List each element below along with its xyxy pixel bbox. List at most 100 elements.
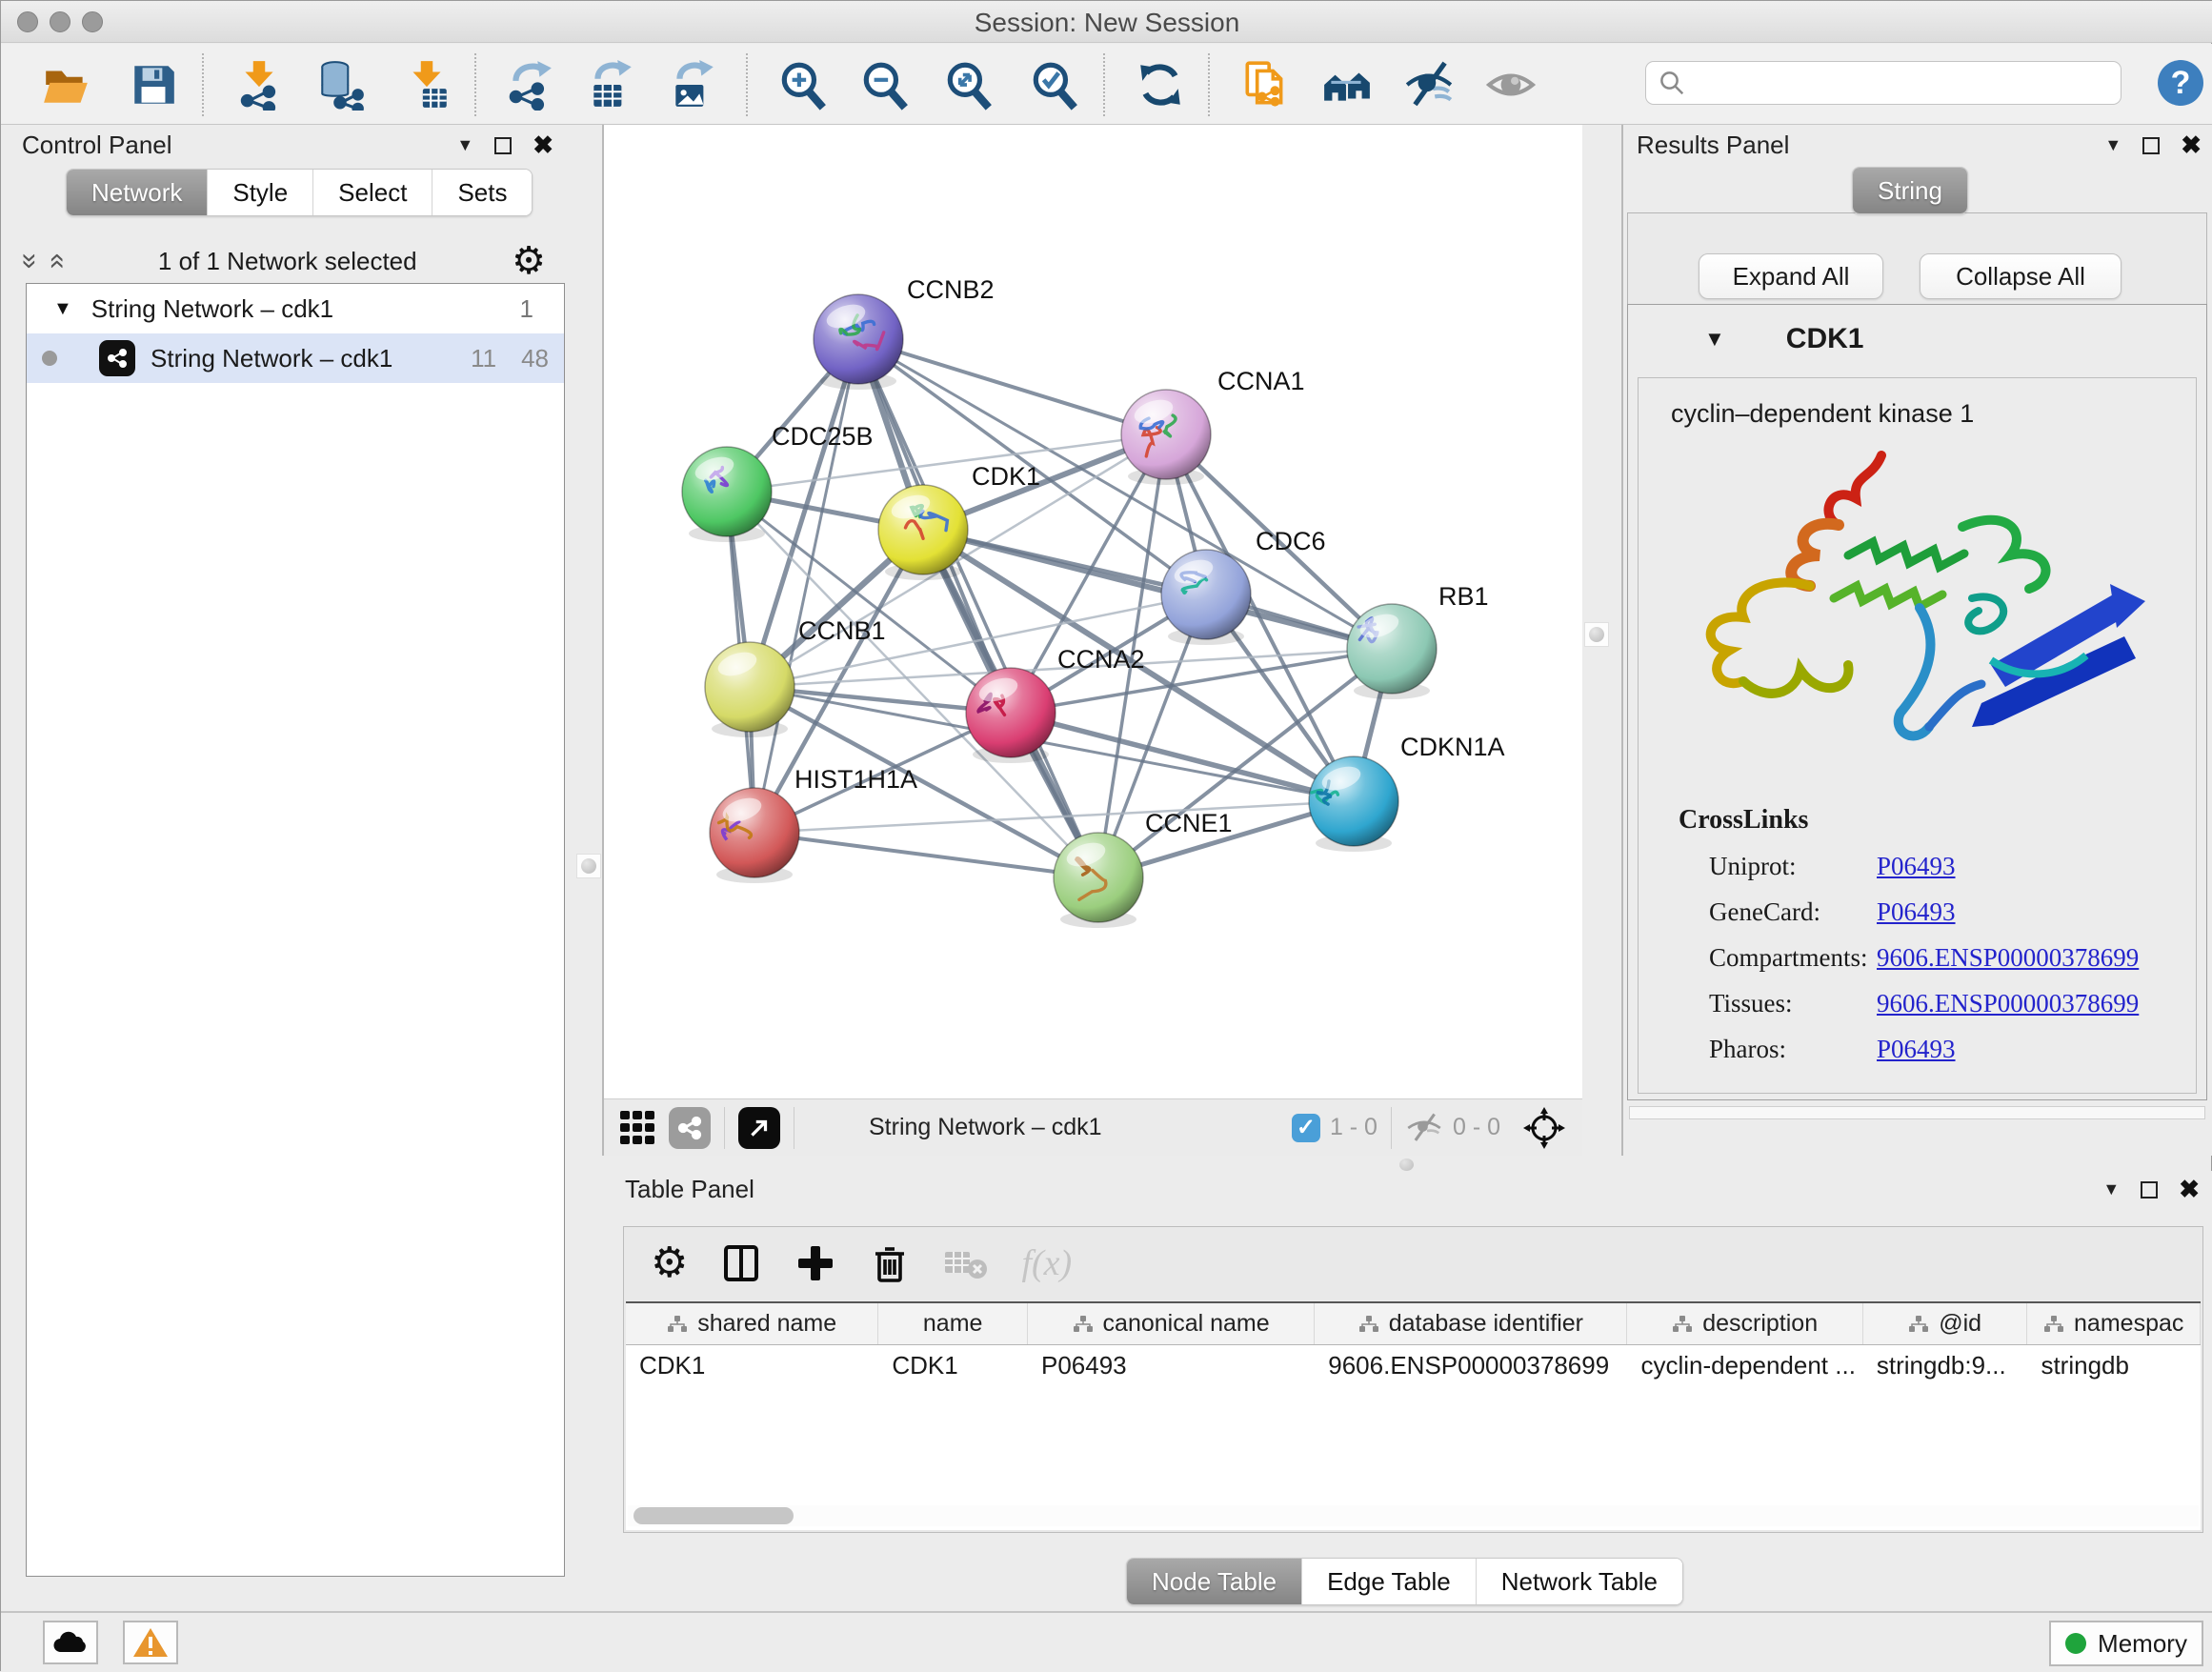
table-hscrollbar[interactable] xyxy=(628,1505,2199,1526)
column-header-label: name xyxy=(923,1310,983,1338)
table-settings-gear-icon[interactable]: ⚙ xyxy=(651,1242,688,1284)
control-panel: Control Panel ▼ ✖ NetworkStyleSelectSets… xyxy=(1,125,567,1611)
warning-icon[interactable] xyxy=(123,1621,178,1664)
export-network-icon[interactable] xyxy=(502,57,557,112)
table-cell[interactable]: CDK1 xyxy=(878,1345,1028,1385)
import-table-from-file-icon[interactable] xyxy=(399,57,454,112)
results-panel-title: Results Panel xyxy=(1637,131,1789,160)
edge-CCNB2-CCNE1[interactable] xyxy=(858,339,1098,877)
table-panel-title: Table Panel xyxy=(625,1175,754,1204)
tree-expander-icon[interactable]: ▼ xyxy=(53,298,72,320)
node-CCNE1[interactable]: CCNE1 xyxy=(1054,809,1233,928)
panel-close-icon[interactable]: ✖ xyxy=(2179,1175,2200,1204)
panel-menu-icon[interactable]: ▼ xyxy=(2102,1179,2120,1199)
network-canvas[interactable]: CCNB2CCNA1CDC25BCDK1CDC6RB1CCNB1CCNA2CDK… xyxy=(604,125,1582,1098)
table-header-row: shared name name canonical namedatabase id… xyxy=(626,1303,2201,1345)
node-CCNA1[interactable]: CCNA1 xyxy=(1121,367,1305,485)
table-cell[interactable]: stringdb xyxy=(2027,1345,2201,1385)
memory-button[interactable]: Memory xyxy=(2049,1621,2203,1666)
save-session-icon[interactable] xyxy=(126,57,181,112)
column-header-canonical-name[interactable]: canonical name xyxy=(1028,1303,1315,1344)
column-header-shared-name[interactable]: shared name xyxy=(626,1303,878,1344)
tab-select[interactable]: Select xyxy=(312,170,432,215)
show-columns-icon[interactable] xyxy=(720,1242,762,1284)
panel-float-icon[interactable] xyxy=(494,137,512,154)
network-row-selected[interactable]: String Network – cdk1 11 48 xyxy=(27,333,564,383)
open-session-icon[interactable] xyxy=(39,57,94,112)
crosslink-link[interactable]: 9606.ENSP00000378699 xyxy=(1877,943,2139,973)
column-header-name[interactable]: name xyxy=(878,1303,1028,1344)
left-splitter-handle[interactable] xyxy=(576,854,601,878)
column-header-database-identifier[interactable]: database identifier xyxy=(1315,1303,1627,1344)
edge-CCNB2-CCNA1[interactable] xyxy=(858,339,1166,434)
panel-float-icon[interactable] xyxy=(2141,1181,2158,1199)
expand-all-button[interactable]: Expand All xyxy=(1699,253,1883,299)
crosslink-link[interactable]: P06493 xyxy=(1877,1035,1956,1064)
zoom-in-icon[interactable] xyxy=(774,57,830,112)
panel-close-icon[interactable]: ✖ xyxy=(533,131,553,160)
node-CDC25B[interactable]: CDC25B xyxy=(682,422,874,542)
network-options-gear-icon[interactable]: ⚙ xyxy=(512,242,546,280)
zoom-out-icon[interactable] xyxy=(856,57,912,112)
table-cell[interactable]: 9606.ENSP00000378699 xyxy=(1315,1345,1627,1385)
table-row[interactable]: CDK1CDK1P064939606.ENSP00000378699cyclin… xyxy=(626,1345,2201,1385)
horizontal-splitter-handle[interactable] xyxy=(1399,1158,1414,1171)
export-table-icon[interactable] xyxy=(584,57,639,112)
tab-edge-table[interactable]: Edge Table xyxy=(1301,1559,1476,1604)
open-in-window-icon[interactable] xyxy=(738,1107,780,1149)
network-collection-row[interactable]: ▼ String Network – cdk1 1 xyxy=(27,284,564,333)
column-header-namespac[interactable]: namespac xyxy=(2027,1303,2201,1344)
panel-menu-icon[interactable]: ▼ xyxy=(2104,135,2122,155)
hide-selected-eye-icon[interactable] xyxy=(1401,57,1457,112)
column-header-description[interactable]: description xyxy=(1627,1303,1862,1344)
tab-network[interactable]: Network xyxy=(67,170,207,215)
birdseye-crosshair-icon[interactable] xyxy=(1523,1107,1565,1149)
share-view-icon[interactable] xyxy=(669,1107,711,1149)
crosslink-link[interactable]: 9606.ENSP00000378699 xyxy=(1877,989,2139,1018)
node-CDKN1A[interactable]: CDKN1A xyxy=(1309,733,1505,852)
selected-checkbox-icon[interactable]: ✓ xyxy=(1292,1114,1320,1142)
add-column-icon[interactable] xyxy=(794,1242,836,1284)
grid-view-icon[interactable] xyxy=(619,1110,655,1146)
import-network-from-database-icon[interactable] xyxy=(313,57,369,112)
column-header-@id[interactable]: @id xyxy=(1863,1303,2028,1344)
refresh-view-icon[interactable] xyxy=(1133,57,1188,112)
show-all-eye-icon[interactable] xyxy=(1483,57,1538,112)
panel-menu-icon[interactable]: ▼ xyxy=(456,135,473,155)
right-splitter-handle[interactable] xyxy=(1584,622,1609,647)
tab-style[interactable]: Style xyxy=(207,170,312,215)
cloud-icon[interactable] xyxy=(43,1621,98,1664)
tab-network-table[interactable]: Network Table xyxy=(1476,1559,1682,1604)
crosslink-link[interactable]: P06493 xyxy=(1877,897,1956,927)
collapse-all-networks-icon[interactable]: » xyxy=(39,253,71,270)
crosslink-link[interactable]: P06493 xyxy=(1877,852,1956,881)
network-tree: ▼ String Network – cdk1 1 String Network… xyxy=(26,283,565,1577)
table-cell[interactable]: P06493 xyxy=(1028,1345,1315,1385)
table-cell[interactable]: stringdb:9... xyxy=(1863,1345,2028,1385)
hidden-eye-icon xyxy=(1405,1113,1443,1143)
export-image-icon[interactable] xyxy=(666,57,721,112)
first-neighbors-icon[interactable] xyxy=(1319,57,1375,112)
tab-string[interactable]: String xyxy=(1853,168,1967,213)
search-input[interactable] xyxy=(1694,70,2121,96)
tab-node-table[interactable]: Node Table xyxy=(1127,1559,1301,1604)
panel-close-icon[interactable]: ✖ xyxy=(2181,131,2202,160)
panel-float-icon[interactable] xyxy=(2142,137,2160,154)
import-network-from-file-icon[interactable] xyxy=(231,57,287,112)
edge-CCNB2-HIST1H1A[interactable] xyxy=(754,339,858,833)
collapse-all-button[interactable]: Collapse All xyxy=(1920,253,2122,299)
table-panel-tabs: Node TableEdge TableNetwork Table xyxy=(1126,1558,1683,1605)
delete-column-icon[interactable] xyxy=(869,1242,911,1284)
node-RB1[interactable]: RB1 xyxy=(1347,582,1489,699)
table-cell[interactable]: CDK1 xyxy=(626,1345,878,1385)
table-cell[interactable]: cyclin-dependent ... xyxy=(1627,1345,1862,1385)
search-icon xyxy=(1658,69,1686,97)
node-HIST1H1A[interactable]: HIST1H1A xyxy=(710,765,917,883)
help-button[interactable]: ? xyxy=(2158,60,2203,106)
section-collapse-icon[interactable]: ▼ xyxy=(1704,327,1725,352)
zoom-fit-icon[interactable] xyxy=(940,57,995,112)
edge-HIST1H1A-CCNE1[interactable] xyxy=(754,833,1098,877)
tab-sets[interactable]: Sets xyxy=(432,170,532,215)
zoom-selected-icon[interactable] xyxy=(1026,57,1081,112)
clone-network-icon[interactable] xyxy=(1237,57,1293,112)
